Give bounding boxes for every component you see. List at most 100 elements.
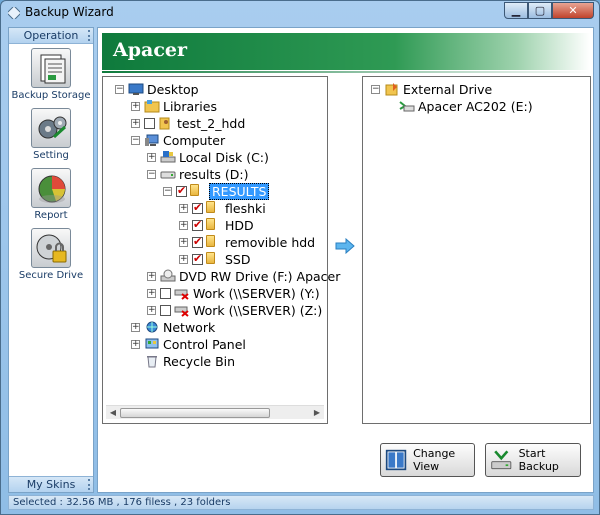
tree-node-label: Local Disk (C:) xyxy=(179,149,269,165)
change-view-label: Change View xyxy=(413,447,456,473)
tree-node-label: External Drive xyxy=(403,81,493,97)
tree-node-label: Control Panel xyxy=(163,336,246,352)
lock-drive-icon xyxy=(31,228,71,268)
collapse-icon[interactable]: − xyxy=(163,186,172,196)
grip-icon[interactable] xyxy=(88,479,90,490)
checkbox-checked[interactable] xyxy=(192,235,203,248)
tree-node-label: Apacer AC202 (E:) xyxy=(418,98,533,114)
checkbox-checked[interactable] xyxy=(192,218,203,231)
scroll-left-icon[interactable]: ◀ xyxy=(108,408,118,418)
disconnected-network-drive-icon xyxy=(174,289,189,300)
scrollbar-thumb[interactable] xyxy=(120,408,270,418)
tree-node-label: Libraries xyxy=(163,98,217,114)
recycle-bin-icon xyxy=(147,356,157,368)
maximize-icon: ▢ xyxy=(534,4,546,17)
expand-icon[interactable]: + xyxy=(147,271,156,281)
folder-icon xyxy=(206,235,222,249)
app-icon xyxy=(8,7,20,19)
expand-icon[interactable]: + xyxy=(131,339,140,349)
tree-node-computer[interactable]: − Computer xyxy=(131,132,225,148)
computer-icon xyxy=(145,134,159,146)
sidebar-item-label: Report xyxy=(34,210,68,221)
tree-node-results-folder[interactable]: − RESULTS xyxy=(163,182,270,200)
checkbox-checked[interactable] xyxy=(192,252,203,265)
checkbox[interactable] xyxy=(160,287,171,299)
tree-node-work-y[interactable]: + Work (\\SERVER) (Y:) xyxy=(147,285,320,301)
sidebar-item-report[interactable]: Report xyxy=(9,168,93,221)
sidebar-header: Operation xyxy=(9,28,93,44)
tree-node-libraries[interactable]: + Libraries xyxy=(131,98,217,114)
tree-node-local-disk-c[interactable]: + Local Disk (C:) xyxy=(147,149,269,165)
expand-icon[interactable]: + xyxy=(179,220,188,230)
tree-node-fleshki[interactable]: + fleshki xyxy=(179,200,266,216)
banner-divider xyxy=(102,71,590,73)
gear-icon xyxy=(31,108,71,148)
checkbox-checked[interactable] xyxy=(192,201,203,214)
tree-node-work-z[interactable]: + Work (\\SERVER) (Z:) xyxy=(147,302,322,318)
minimize-button[interactable]: ▁ xyxy=(504,2,528,19)
expand-icon[interactable]: + xyxy=(179,254,188,264)
tree-node-control-panel[interactable]: + Control Panel xyxy=(131,336,246,352)
tree-node-recycle-bin[interactable]: Recycle Bin xyxy=(144,353,235,369)
expand-icon[interactable]: + xyxy=(147,305,156,315)
network-icon xyxy=(146,321,158,333)
tree-node-test-2-hdd[interactable]: + test_2_hdd xyxy=(131,115,245,131)
status-bar: Selected : 32.56 MB , 176 filess , 23 fo… xyxy=(8,495,594,510)
tree-node-label: test_2_hdd xyxy=(177,115,246,131)
expand-icon[interactable]: + xyxy=(131,101,140,111)
grip-icon[interactable] xyxy=(88,30,90,41)
folder-icon xyxy=(206,252,222,266)
sidebar-item-backup-storage[interactable]: Backup Storage xyxy=(9,48,93,101)
folder-icon xyxy=(206,201,222,215)
tree-node-apacer-ac202[interactable]: Apacer AC202 (E:) xyxy=(399,98,533,114)
change-view-button[interactable]: Change View xyxy=(380,443,475,477)
checkbox[interactable] xyxy=(144,117,155,129)
expand-icon[interactable]: + xyxy=(179,237,188,247)
window-title: Backup Wizard xyxy=(25,5,114,19)
my-skins-button[interactable]: My Skins xyxy=(9,476,93,492)
expand-icon[interactable]: + xyxy=(131,118,140,128)
tree-node-external-drive[interactable]: − External Drive xyxy=(371,81,492,97)
transfer-arrow-icon xyxy=(335,238,355,254)
collapse-icon[interactable]: − xyxy=(131,135,140,145)
backup-wizard-window: Backup Wizard ▁ ▢ ✕ Operation Backup Sto… xyxy=(0,0,600,515)
horizontal-scrollbar[interactable]: ◀ ▶ xyxy=(106,405,324,419)
source-tree-panel[interactable]: − Desktop + Libraries + test_2_hdd − Com… xyxy=(102,76,340,424)
tree-node-dvd-rw-drive[interactable]: + DVD RW Drive (F:) Apacer xyxy=(147,268,340,284)
my-skins-label: My Skins xyxy=(26,478,76,491)
close-icon: ✕ xyxy=(568,4,578,17)
usb-drive-icon xyxy=(399,101,415,112)
sidebar-item-secure-drive[interactable]: Secure Drive xyxy=(9,228,93,281)
tree-node-ssd[interactable]: + SSD xyxy=(179,251,251,267)
checkbox-checked[interactable] xyxy=(176,184,187,197)
maximize-button[interactable]: ▢ xyxy=(528,2,552,19)
title-bar[interactable]: Backup Wizard ▁ ▢ ✕ xyxy=(1,1,599,25)
checkbox[interactable] xyxy=(160,304,171,316)
tree-node-hdd[interactable]: + HDD xyxy=(179,217,254,233)
expand-icon[interactable]: + xyxy=(131,322,140,332)
target-tree-panel[interactable]: − External Drive Apacer AC202 (E:) xyxy=(362,76,591,424)
sidebar-header-label: Operation xyxy=(23,29,79,42)
local-disk-icon xyxy=(160,151,176,163)
split-view-icon xyxy=(385,449,407,471)
folder-icon xyxy=(190,184,206,198)
expand-icon[interactable]: + xyxy=(179,203,188,213)
collapse-icon[interactable]: − xyxy=(115,84,124,94)
close-button[interactable]: ✕ xyxy=(552,2,594,19)
tree-node-removible-hdd[interactable]: + removible hdd xyxy=(179,234,315,250)
tree-node-label: Computer xyxy=(163,132,226,148)
brand-logo-text: Apacer xyxy=(113,39,188,61)
tree-node-results-d[interactable]: − results (D:) xyxy=(147,166,248,182)
drive-icon xyxy=(160,171,176,179)
scroll-right-icon[interactable]: ▶ xyxy=(312,408,322,418)
sidebar-item-setting[interactable]: Setting xyxy=(9,108,93,161)
tree-node-desktop[interactable]: − Desktop xyxy=(115,81,199,97)
expand-icon[interactable]: + xyxy=(147,288,156,298)
start-backup-icon xyxy=(491,450,512,470)
start-backup-button[interactable]: Start Backup xyxy=(485,443,581,477)
tree-node-network[interactable]: + Network xyxy=(131,319,215,335)
collapse-icon[interactable]: − xyxy=(371,84,380,94)
collapse-icon[interactable]: − xyxy=(147,169,156,179)
expand-icon[interactable]: + xyxy=(147,152,156,162)
tree-node-label: results (D:) xyxy=(179,166,249,182)
